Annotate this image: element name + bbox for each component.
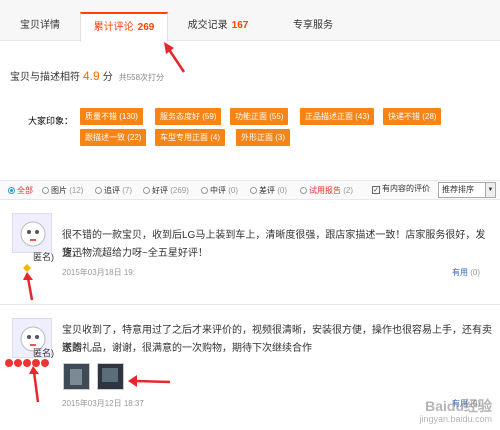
transaction-count: 167 bbox=[231, 20, 249, 31]
useful-button[interactable]: 有用 (0) bbox=[452, 267, 480, 278]
review-date: 2015年03月12日 18:37 bbox=[62, 399, 144, 408]
tab-transactions[interactable]: 成交记录 167 bbox=[168, 12, 268, 42]
rating-summary: 宝贝与描述相符 4.9 分共558次打分 bbox=[10, 68, 164, 83]
filter-followup[interactable]: 追评 (7) bbox=[95, 185, 132, 196]
filter-count: (0) bbox=[277, 186, 288, 195]
filter-trial[interactable]: 试用报告 (2) bbox=[300, 185, 353, 196]
tab-label: 累计评论 bbox=[93, 22, 134, 33]
filter-label: 差评 bbox=[259, 186, 275, 195]
filter-count: (12) bbox=[69, 186, 84, 195]
filter-count: (269) bbox=[170, 186, 189, 195]
filter-negative[interactable]: 差评 (0) bbox=[250, 185, 287, 196]
radio-icon bbox=[300, 187, 307, 194]
filter-label: 图片 bbox=[51, 186, 67, 195]
content-only-checkbox[interactable]: ✓ 有内容的评价 bbox=[372, 183, 430, 194]
filter-label: 全部 bbox=[17, 186, 33, 195]
radio-icon bbox=[143, 187, 150, 194]
impression-tag[interactable]: 车型专用正面 (4) bbox=[155, 129, 225, 146]
review-text: 速，物流超给力呀~全五星好评！ bbox=[62, 248, 208, 259]
filter-neutral[interactable]: 中评 (0) bbox=[201, 185, 238, 196]
avatar bbox=[12, 213, 52, 253]
tab-reviews[interactable]: 累计评论 269 bbox=[80, 12, 168, 42]
watermark-url: jingyan.baidu.com bbox=[419, 414, 492, 424]
filter-count: (2) bbox=[343, 186, 354, 195]
tab-label: 专享服务 bbox=[293, 20, 333, 31]
username: 匿名) bbox=[33, 252, 54, 262]
photo-icon bbox=[98, 364, 123, 389]
filter-positive[interactable]: 好评 (269) bbox=[143, 185, 189, 196]
rating-score: 4.9 bbox=[83, 69, 100, 83]
tab-label: 成交记录 bbox=[187, 20, 228, 31]
tab-services[interactable]: 专享服务 bbox=[268, 12, 358, 42]
annotation-arrow-icon bbox=[29, 366, 40, 403]
radio-icon bbox=[8, 187, 15, 194]
impression-tag[interactable]: 质量不错 (130) bbox=[80, 108, 143, 125]
chevron-down-icon: ▼ bbox=[485, 183, 495, 197]
radio-icon bbox=[201, 187, 208, 194]
tab-bar: 宝贝详情 累计评论 269 成交记录 167 专享服务 bbox=[0, 0, 500, 42]
tab-details[interactable]: 宝贝详情 bbox=[0, 12, 80, 42]
tab-label: 宝贝详情 bbox=[20, 20, 60, 31]
radio-icon bbox=[250, 187, 257, 194]
review-text: 送的礼品，谢谢，很满意的一次购物，期待下次继续合作 bbox=[62, 343, 312, 354]
filter-label: 试用报告 bbox=[309, 186, 341, 195]
filter-label: 追评 bbox=[104, 186, 120, 195]
sort-value: 推荐排序 bbox=[442, 185, 474, 194]
rating-times: 共558次打分 bbox=[118, 73, 165, 82]
radio-icon bbox=[95, 187, 102, 194]
useful-count: (0) bbox=[470, 268, 481, 277]
useful-label: 有用 bbox=[452, 268, 468, 277]
default-avatar-icon bbox=[20, 221, 46, 247]
impression-tag[interactable]: 服务态度好 (59) bbox=[155, 108, 222, 125]
check-icon: ✓ bbox=[372, 186, 380, 194]
rating-unit: 分 bbox=[102, 72, 113, 83]
impression-tag[interactable]: 外形正面 (3) bbox=[236, 129, 290, 146]
review-count: 269 bbox=[137, 22, 155, 33]
filter-label: 中评 bbox=[210, 186, 226, 195]
annotation-arrow-icon bbox=[23, 272, 34, 301]
filter-label: 好评 bbox=[152, 186, 168, 195]
filter-count: (0) bbox=[228, 186, 239, 195]
annotation-arrow-icon bbox=[164, 42, 186, 73]
review-photo-thumbnail[interactable] bbox=[63, 363, 90, 390]
filter-all[interactable]: 全部 bbox=[8, 185, 33, 196]
review-date: 2015年03月18日 19: bbox=[62, 268, 135, 277]
photo-icon bbox=[64, 364, 89, 389]
filter-images[interactable]: 图片 (12) bbox=[42, 185, 83, 196]
impression-tag[interactable]: 快递不错 (28) bbox=[383, 108, 442, 125]
rating-label: 宝贝与描述相符 bbox=[10, 72, 80, 83]
filter-count: (7) bbox=[122, 186, 133, 195]
checkbox-label: 有内容的评价 bbox=[382, 184, 430, 193]
impression-tag[interactable]: 跟描述一致 (22) bbox=[80, 129, 147, 146]
watermark: Baidu经验 jingyan.baidu.com bbox=[419, 398, 492, 426]
watermark-title: Baidu经验 bbox=[425, 398, 492, 414]
radio-icon bbox=[42, 187, 49, 194]
impression-tag[interactable]: 功能正面 (55) bbox=[230, 108, 289, 125]
sort-select[interactable]: 推荐排序 ▼ bbox=[438, 182, 496, 198]
impression-tag[interactable]: 正品描述正面 (43) bbox=[300, 108, 375, 125]
impressions-label: 大家印象： bbox=[28, 116, 74, 126]
annotation-arrow-icon bbox=[128, 375, 171, 387]
review-photo-thumbnail[interactable] bbox=[97, 363, 124, 390]
